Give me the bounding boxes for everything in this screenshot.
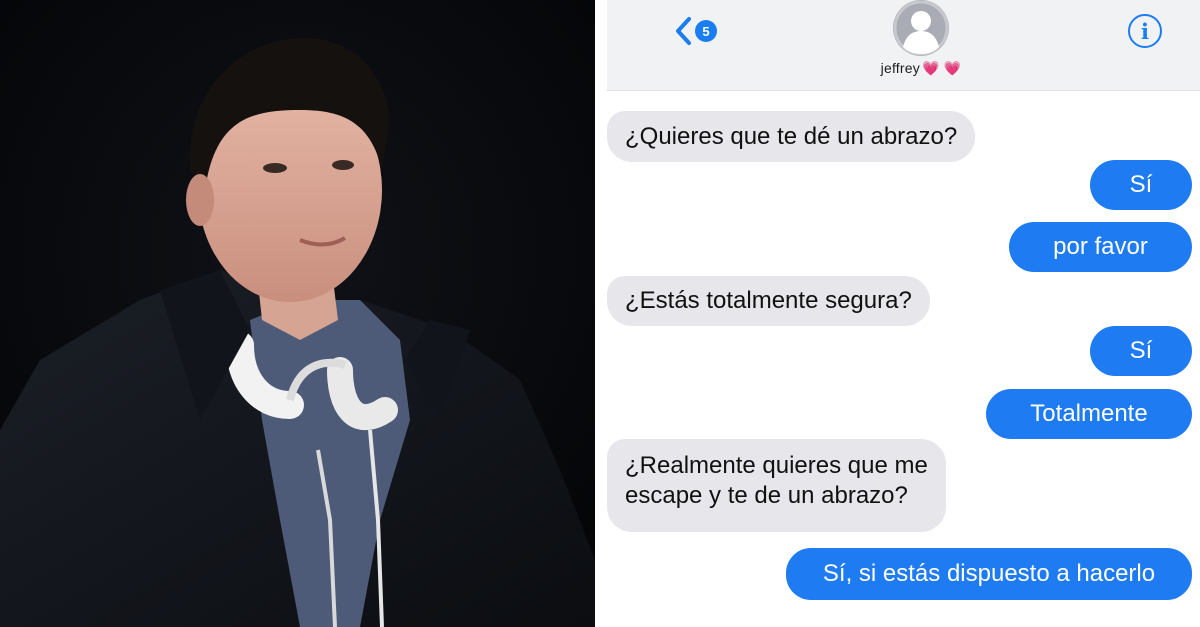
message-bubble-outgoing: Sí, si estás dispuesto a hacerlo bbox=[786, 548, 1192, 600]
panel-divider bbox=[595, 0, 607, 627]
contact-name[interactable]: jeffrey 💗 💗 bbox=[847, 60, 995, 77]
unread-count-badge: 5 bbox=[695, 20, 717, 42]
message-bubble-incoming: ¿Realmente quieres que me escape y te de… bbox=[607, 439, 946, 532]
heart-emoji: 💗 💗 bbox=[921, 60, 962, 76]
info-icon[interactable]: i bbox=[1128, 14, 1162, 48]
message-bubble-incoming: ¿Quieres que te dé un abrazo? bbox=[607, 111, 976, 162]
message-bubble-outgoing: Sí bbox=[1090, 160, 1192, 210]
message-thread: 5 jeffrey 💗 💗 i ¿Quieres que te dé un abr… bbox=[607, 0, 1200, 627]
contact-avatar-icon[interactable] bbox=[893, 0, 949, 56]
message-bubble-outgoing: Totalmente bbox=[986, 389, 1192, 439]
person-silhouette-icon bbox=[893, 0, 949, 56]
contact-name-text: jeffrey bbox=[880, 60, 920, 76]
message-line: ¿Realmente quieres que me bbox=[625, 452, 928, 479]
profile-photo bbox=[0, 0, 595, 627]
message-bubble-outgoing: por favor bbox=[1009, 222, 1192, 272]
back-button[interactable]: 5 bbox=[673, 14, 717, 48]
person-photo-illustration bbox=[0, 0, 595, 627]
message-bubble-outgoing: Sí bbox=[1090, 326, 1192, 376]
conversation-header: 5 jeffrey 💗 💗 i bbox=[607, 0, 1200, 91]
message-bubble-incoming: ¿Estás totalmente segura? bbox=[607, 276, 930, 326]
message-line: escape y te de un abrazo? bbox=[625, 482, 908, 509]
back-chevron-icon bbox=[676, 17, 691, 45]
